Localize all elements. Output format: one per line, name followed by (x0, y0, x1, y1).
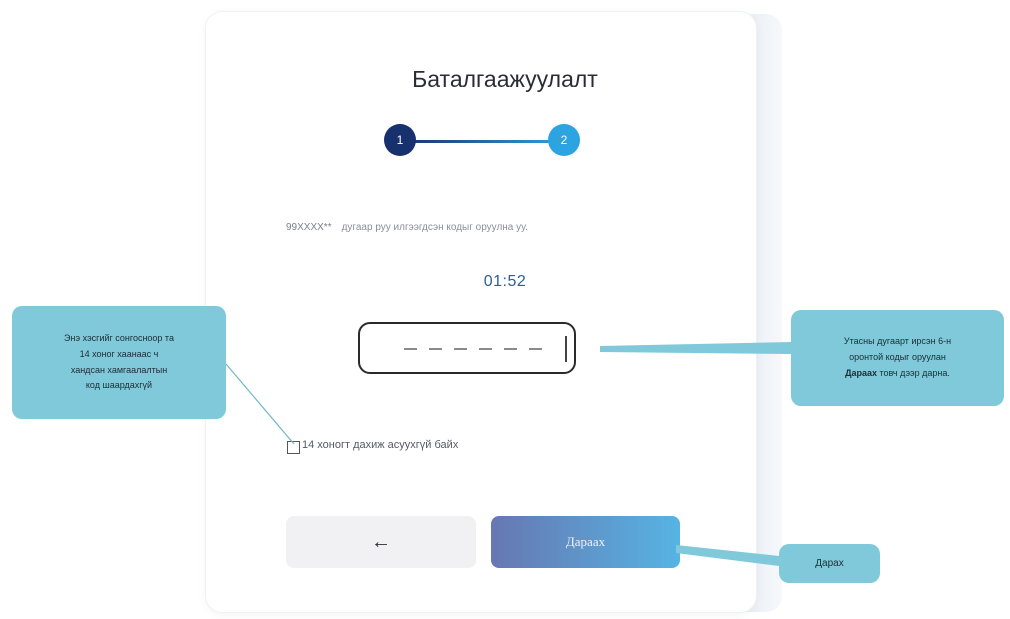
bottom-callout-pointer (676, 545, 779, 566)
callout-line: оронтой кодыг оруулан (849, 352, 946, 363)
callout-enter-code: Утасны дугаарт ирсэн 6-н оронтой кодыг о… (791, 310, 1004, 406)
callout-line: Утасны дугаарт ирсэн 6-н (843, 336, 952, 347)
callout-remember-info: Энэ хэсгийг сонгосноор та 14 хоног хаана… (12, 306, 226, 419)
callout-text: товч дээр дарна. (877, 367, 950, 378)
callout-bold-word: Дараах (845, 367, 878, 378)
right-callout-pointer (600, 342, 791, 354)
callout-line: Дараах товч дээр дарна. (844, 366, 951, 382)
callout-line: Энэ хэсгийг сонгосноор та (64, 333, 174, 343)
callout-line: 14 хоног хаанаас ч (79, 348, 159, 359)
left-callout-pointer (225, 363, 295, 445)
callout-click: Дарах (779, 544, 880, 583)
callout-line: код шаардахгүй (85, 380, 153, 391)
callout-line: хандсан хамгаалалтын (70, 364, 168, 375)
